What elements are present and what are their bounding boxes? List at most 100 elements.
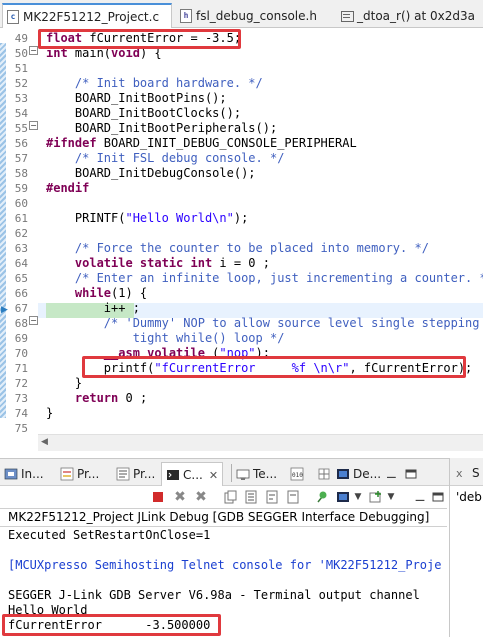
line-number: 50 xyxy=(14,47,28,60)
properties-icon xyxy=(116,467,130,481)
line-number: 73 xyxy=(14,392,28,405)
code-token: ); xyxy=(233,211,249,225)
code-token: /* Force the counter to be placed into m… xyxy=(74,241,429,255)
code-token: BOARD_InitDebugConsole(); xyxy=(46,166,256,180)
code-line: while(1) { xyxy=(46,286,147,301)
tab-debugger-console[interactable]: De... xyxy=(336,463,381,485)
tab-memory[interactable]: 010 xyxy=(290,463,307,485)
line-number: 57 xyxy=(14,152,28,165)
chevron-down-icon[interactable]: ▼ xyxy=(383,489,399,505)
line-number: 71 xyxy=(14,362,28,375)
minimize-view-button[interactable]: ⚊ xyxy=(386,463,397,485)
fold-toggle-comment[interactable]: − xyxy=(29,316,38,325)
fold-toggle-ifndef[interactable]: − xyxy=(29,121,38,130)
expressions-icon: x xyxy=(455,466,469,480)
editor-tab-bar: c MK22F51212_Project.c h fsl_debug_conso… xyxy=(0,0,483,29)
highlight-box-declaration xyxy=(38,29,241,49)
maximize-view-button[interactable] xyxy=(404,463,421,485)
code-line: } xyxy=(46,376,82,391)
line-number: 58 xyxy=(14,167,28,180)
console-output[interactable]: Executed SetRestartOnClose=1 [MCUXpresso … xyxy=(0,527,447,637)
code-line: BOARD_InitBootPeripherals(); xyxy=(46,121,277,136)
h-file-icon: h xyxy=(180,9,192,23)
disassembly-icon xyxy=(340,9,354,23)
tab-label: Pr... xyxy=(77,467,100,481)
code-line: i++ ; xyxy=(46,301,140,316)
tab-terminal[interactable]: Te... xyxy=(236,463,277,485)
scroll-left-icon[interactable]: ◀ xyxy=(41,437,48,447)
maximize-icon[interactable] xyxy=(430,489,446,505)
chevron-down-icon[interactable]: ▼ xyxy=(350,489,366,505)
right-pane-tabs: x S xyxy=(450,458,483,486)
installer-icon xyxy=(4,467,18,481)
line-number: 59 xyxy=(14,182,28,195)
tab-label: C... xyxy=(183,468,203,482)
close-tab-icon[interactable]: ✕ xyxy=(209,469,218,482)
tab-console[interactable]: C... ✕ xyxy=(161,462,224,487)
code-editor[interactable]: ▶ 49 50 51 52 53 54 55 56 57 58 59 60 61 62 63 64 65 66 67… xyxy=(0,28,483,456)
scroll-lock-icon[interactable] xyxy=(243,489,259,505)
code-token: BOARD_INIT_DEBUG_CONSOLE_PERIPHERAL xyxy=(96,136,357,150)
display-selected-console-icon[interactable] xyxy=(335,489,351,505)
highlight-box-printf xyxy=(82,356,466,378)
code-token: (1) { xyxy=(111,286,148,300)
code-token: PRINTF( xyxy=(46,211,126,225)
console-header: MK22F51212_Project JLink Debug [GDB SEGG… xyxy=(0,508,447,527)
tab-separator xyxy=(231,464,232,482)
maximize-icon xyxy=(404,467,418,481)
line-number: 69 xyxy=(14,332,28,345)
line-number: 65 xyxy=(14,272,28,285)
code-token: /* 'Dummy' NOP to allow source level sin… xyxy=(103,316,483,330)
open-console-icon[interactable] xyxy=(368,489,384,505)
svg-text:x: x xyxy=(456,467,463,480)
code-token: "Hello World\n" xyxy=(125,211,234,225)
tab-label: Te... xyxy=(253,467,278,481)
tab-right-pane[interactable]: x S xyxy=(455,462,480,484)
code-token: } xyxy=(46,376,83,390)
clear-console-icon[interactable] xyxy=(285,489,301,505)
tab-label: In... xyxy=(21,467,44,481)
remove-launch-button[interactable]: ✖ xyxy=(172,489,188,505)
code-line: /* Enter an infinite loop, just incremen… xyxy=(46,271,483,286)
console-line: SEGGER J-Link GDB Server V6.98a - Termin… xyxy=(8,588,420,602)
tab-fsl-debug-console-h[interactable]: h fsl_debug_console.h xyxy=(176,4,332,28)
registers-icon xyxy=(317,467,331,481)
tab-label: Pr... xyxy=(133,467,156,481)
line-number: 61 xyxy=(14,212,28,225)
line-number: 63 xyxy=(14,242,28,255)
code-token: #ifndef xyxy=(46,136,97,150)
tab-dtoa-disassembly[interactable]: _dtoa_r() at 0x2d3a xyxy=(336,4,483,28)
code-token: while xyxy=(74,286,112,300)
horizontal-scrollbar[interactable]: ◀ xyxy=(38,434,483,451)
tab-properties[interactable]: Pr... xyxy=(116,463,155,485)
code-line: /* Init FSL debug console. */ xyxy=(46,151,285,166)
tab-installed-plugins[interactable]: In... xyxy=(4,463,44,485)
fold-toggle-main[interactable]: − xyxy=(29,46,38,55)
c-file-icon: c xyxy=(7,10,19,24)
minimize-icon[interactable]: ⚊ xyxy=(412,489,428,505)
tab-registers[interactable] xyxy=(317,463,334,485)
code-line: BOARD_InitBootClocks(); xyxy=(46,106,241,121)
copy-icon[interactable] xyxy=(222,489,238,505)
right-pane-content: 'deb xyxy=(456,490,482,504)
line-number: 70 xyxy=(14,347,28,360)
code-line: tight while() loop */ xyxy=(46,331,285,346)
tab-label: De... xyxy=(353,467,382,481)
code-token: /* Init board hardware. */ xyxy=(74,76,263,90)
word-wrap-icon[interactable] xyxy=(264,489,280,505)
code-line: #ifndef BOARD_INIT_DEBUG_CONSOLE_PERIPHE… xyxy=(46,136,357,151)
tab-problems[interactable]: Pr... xyxy=(60,463,99,485)
line-number: 55 xyxy=(14,122,28,135)
tab-mk22f51212-project-c[interactable]: c MK22F51212_Project.c xyxy=(2,3,172,29)
code-token: /* Enter an infinite loop, just incremen… xyxy=(74,271,483,285)
code-token: return xyxy=(74,391,119,405)
pin-console-icon[interactable] xyxy=(313,489,329,505)
terminate-button[interactable] xyxy=(150,489,166,505)
remove-all-terminated-button[interactable]: ✖ xyxy=(193,489,209,505)
